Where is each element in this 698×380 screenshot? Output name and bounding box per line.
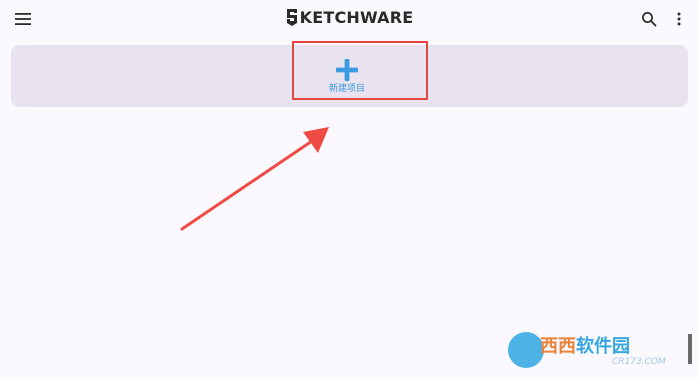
watermark-logo: 西西软件园 CR173.COM xyxy=(500,330,698,376)
sketchware-logo-icon xyxy=(286,9,297,26)
app-brand-title: KETCHWARE xyxy=(0,6,698,30)
watermark-title: 西西软件园 xyxy=(540,336,630,357)
watermark-circle-icon xyxy=(508,332,544,368)
app-screen: KETCHWARE 新建项目 西西软件园 CR173.COM xyxy=(0,0,698,380)
watermark-subtitle: CR173.COM xyxy=(612,357,666,367)
more-vert-icon[interactable] xyxy=(672,11,686,27)
watermark-bar xyxy=(688,334,692,364)
search-icon[interactable] xyxy=(641,11,657,27)
brand-text: KETCHWARE xyxy=(299,8,414,27)
app-bar: KETCHWARE xyxy=(0,0,698,38)
plus-icon[interactable] xyxy=(336,59,358,81)
new-project-label[interactable]: 新建项目 xyxy=(297,83,397,95)
